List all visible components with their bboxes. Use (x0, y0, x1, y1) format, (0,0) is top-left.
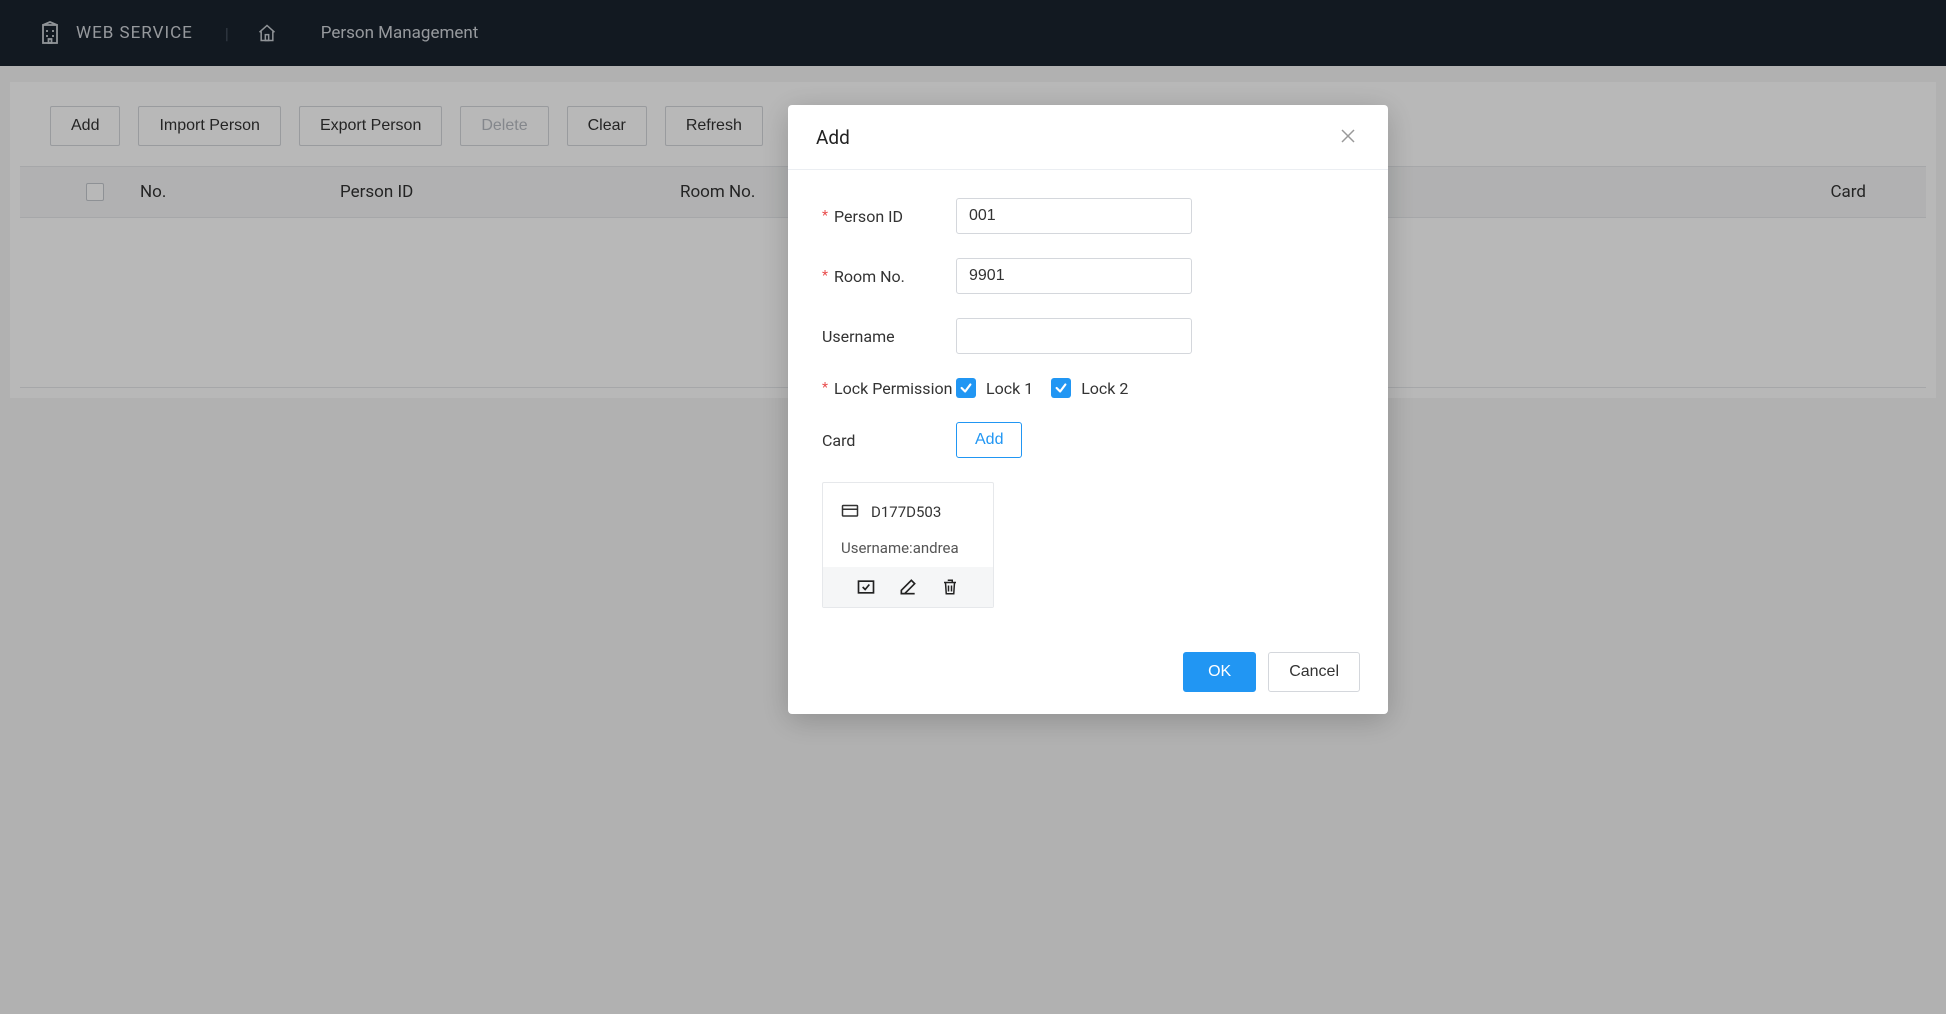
lock2-checkbox[interactable]: Lock 2 (1051, 378, 1128, 398)
username-row: Username (822, 318, 1354, 354)
required-mark: * (822, 380, 828, 396)
card-edit-icon[interactable] (898, 577, 918, 597)
username-input[interactable] (956, 318, 1192, 354)
card-item: D177D503 Username:andrea (822, 482, 994, 608)
checkbox-checked-icon (956, 378, 976, 398)
card-icon (841, 501, 859, 523)
lock2-label: Lock 2 (1081, 379, 1128, 398)
card-label: Card (822, 431, 956, 450)
add-person-modal: Add * Person ID * Room No. Username (788, 105, 1388, 714)
modal-footer: OK Cancel (788, 636, 1388, 714)
card-delete-icon[interactable] (940, 577, 960, 597)
card-username: Username:andrea (841, 539, 975, 557)
card-info: D177D503 Username:andrea (823, 483, 993, 567)
room-no-label: * Room No. (822, 267, 956, 286)
lock-permission-label: * Lock Permission (822, 379, 956, 398)
card-id-text: D177D503 (871, 503, 941, 521)
modal-body: * Person ID * Room No. Username * Lock P… (788, 170, 1388, 636)
room-no-input[interactable] (956, 258, 1192, 294)
person-id-input[interactable] (956, 198, 1192, 234)
close-icon[interactable] (1336, 123, 1360, 151)
person-id-label: * Person ID (822, 207, 956, 226)
card-row: Card Add (822, 422, 1354, 458)
required-mark: * (822, 268, 828, 284)
lock-permission-label-text: Lock Permission (834, 379, 952, 398)
add-card-button[interactable]: Add (956, 422, 1022, 458)
modal-header: Add (788, 105, 1388, 170)
ok-button[interactable]: OK (1183, 652, 1256, 692)
required-mark: * (822, 208, 828, 224)
modal-title: Add (816, 126, 850, 149)
lock-group: Lock 1 Lock 2 (956, 378, 1128, 398)
person-id-label-text: Person ID (834, 207, 903, 226)
card-check-icon[interactable] (856, 577, 876, 597)
card-label-text: Card (822, 431, 855, 450)
card-actions (823, 567, 993, 607)
checkbox-checked-icon (1051, 378, 1071, 398)
username-label-text: Username (822, 327, 895, 346)
room-no-label-text: Room No. (834, 267, 905, 286)
cancel-button[interactable]: Cancel (1268, 652, 1360, 692)
lock-permission-row: * Lock Permission Lock 1 (822, 378, 1354, 398)
person-id-row: * Person ID (822, 198, 1354, 234)
card-id-row: D177D503 (841, 501, 975, 523)
room-no-row: * Room No. (822, 258, 1354, 294)
lock1-label: Lock 1 (986, 379, 1033, 398)
username-label: Username (822, 327, 956, 346)
lock1-checkbox[interactable]: Lock 1 (956, 378, 1033, 398)
